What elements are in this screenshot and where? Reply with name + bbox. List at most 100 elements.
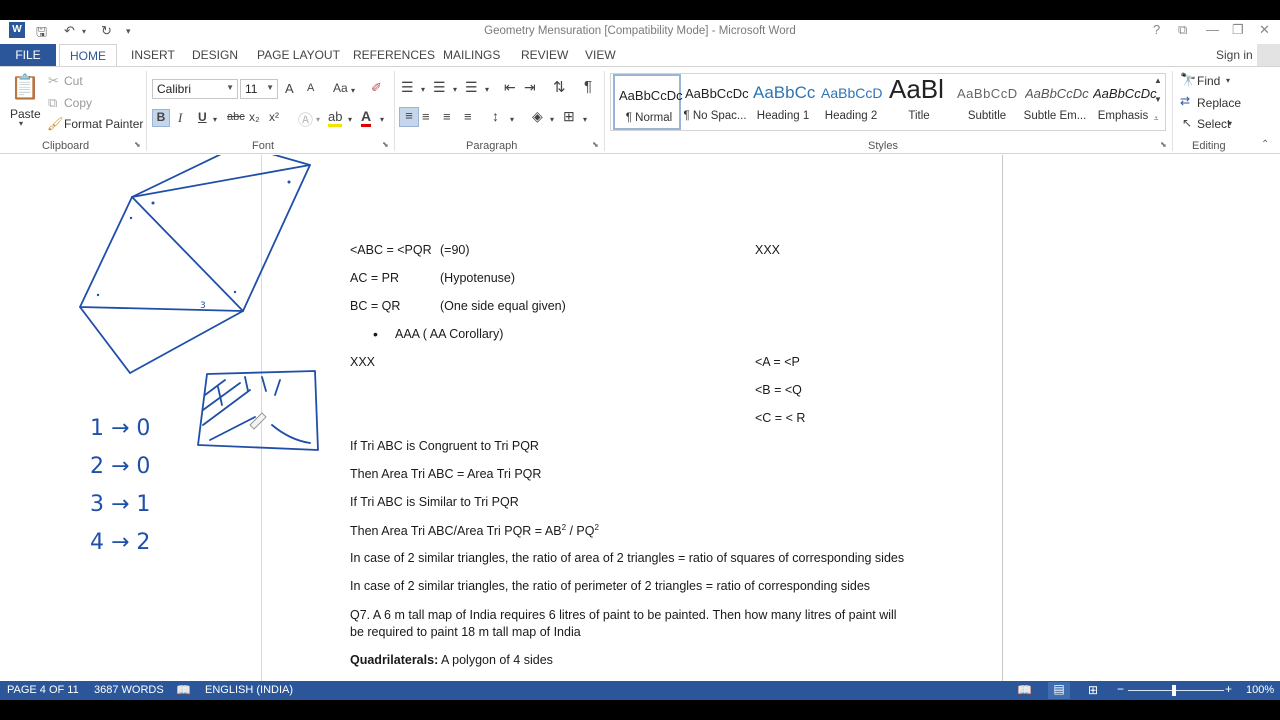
increase-indent-icon[interactable]: ⇥	[524, 79, 536, 96]
decrease-indent-icon[interactable]: ⇤	[504, 79, 516, 96]
styles-scroll-down-icon[interactable]: ▼	[1154, 95, 1162, 104]
read-mode-icon[interactable]: 📖	[1017, 683, 1032, 697]
underline-dropdown-icon[interactable]: ▾	[213, 115, 217, 124]
numbering-dropdown-icon[interactable]: ▾	[453, 85, 457, 94]
zoom-in-button[interactable]: +	[1225, 682, 1232, 696]
style-subtitle[interactable]: AaBbCcD Subtitle	[953, 74, 1021, 130]
shrink-font-button[interactable]: A	[307, 82, 314, 94]
subscript-button[interactable]: x₂	[249, 110, 260, 124]
status-language[interactable]: ENGLISH (INDIA)	[205, 684, 293, 696]
shading-dropdown-icon[interactable]: ▾	[550, 115, 554, 124]
strikethrough-button[interactable]: abc	[227, 111, 245, 123]
font-name-select[interactable]: Calibri ▼	[152, 79, 238, 99]
styles-more-icon[interactable]: ⩡	[1154, 114, 1159, 124]
format-painter-button[interactable]: Format Painter	[64, 117, 143, 131]
paste-button[interactable]: Paste	[10, 107, 41, 121]
tab-page-layout[interactable]: PAGE LAYOUT	[257, 48, 340, 62]
zoom-slider[interactable]	[1128, 690, 1224, 691]
paragraph-launcher-icon[interactable]: ⬊	[592, 140, 599, 149]
styles-launcher-icon[interactable]: ⬊	[1160, 140, 1167, 149]
text-effects-icon[interactable]: Ⓐ	[298, 109, 313, 130]
document-area[interactable]: <ABC = <PQR (=90) XXX AC = PR (Hypotenus…	[0, 155, 1280, 681]
maximize-button[interactable]: ❐	[1232, 22, 1244, 38]
find-button[interactable]: Find	[1197, 74, 1220, 88]
select-button[interactable]: Select	[1197, 117, 1230, 131]
select-dropdown-icon[interactable]: ▾	[1228, 119, 1232, 128]
sort-icon[interactable]: ⇅	[553, 78, 566, 96]
multilevel-dropdown-icon[interactable]: ▾	[485, 85, 489, 94]
ink-sketch-rectangle	[197, 370, 319, 451]
status-word-count[interactable]: 3687 WORDS	[94, 684, 164, 696]
zoom-slider-thumb[interactable]	[1172, 685, 1176, 696]
paste-icon[interactable]: 📋	[10, 73, 40, 103]
align-left-icon[interactable]: ≡	[399, 107, 419, 127]
text-effects-dropdown-icon[interactable]: ▾	[316, 115, 320, 124]
tab-view[interactable]: VIEW	[585, 48, 616, 62]
superscript-button[interactable]: x²	[269, 110, 279, 124]
clear-formatting-icon[interactable]: ✐	[371, 80, 382, 96]
tab-review[interactable]: REVIEW	[521, 48, 568, 62]
style-title[interactable]: AaBl Title	[885, 74, 953, 130]
justify-icon[interactable]: ≡	[464, 109, 472, 124]
change-case-button[interactable]: Aa	[333, 81, 348, 95]
doc-text-a-p: <A = <P	[755, 355, 800, 369]
tab-design[interactable]: DESIGN	[192, 48, 238, 62]
font-color-dropdown-icon[interactable]: ▾	[380, 115, 384, 124]
font-size-select[interactable]: 11 ▼	[240, 79, 278, 99]
tab-references[interactable]: REFERENCES	[353, 48, 435, 62]
collapse-ribbon-icon[interactable]: ⌃	[1261, 139, 1269, 150]
line-spacing-icon[interactable]: ↕	[492, 108, 499, 124]
highlight-dropdown-icon[interactable]: ▾	[348, 115, 352, 124]
proofing-icon[interactable]: 📖	[176, 683, 191, 697]
style-subtle-emphasis[interactable]: AaBbCcDc Subtle Em...	[1021, 74, 1089, 130]
bold-button[interactable]: B	[152, 109, 170, 127]
align-right-icon[interactable]: ≡	[443, 109, 451, 124]
doc-line-area-ratio: Then Area Tri ABC/Area Tri PQR = AB 2 / P…	[350, 523, 599, 538]
font-color-icon[interactable]: A	[361, 108, 372, 127]
copy-button[interactable]: Copy	[64, 96, 92, 110]
italic-button[interactable]: I	[178, 110, 182, 126]
print-layout-icon[interactable]: ▤	[1048, 682, 1070, 699]
tab-file[interactable]: FILE	[0, 44, 56, 66]
underline-button[interactable]: U	[198, 110, 207, 124]
borders-dropdown-icon[interactable]: ▾	[583, 115, 587, 124]
style-emphasis[interactable]: AaBbCcDc Emphasis	[1089, 74, 1157, 130]
font-launcher-icon[interactable]: ⬊	[382, 140, 389, 149]
style-heading-1[interactable]: AaBbCc Heading 1	[749, 74, 817, 130]
avatar[interactable]	[1257, 44, 1280, 66]
highlight-icon[interactable]: ab	[328, 109, 343, 127]
zoom-level[interactable]: 100%	[1246, 684, 1274, 696]
line-spacing-dropdown-icon[interactable]: ▾	[510, 115, 514, 124]
clipboard-launcher-icon[interactable]: ⬊	[134, 140, 141, 149]
borders-icon[interactable]: ⊞	[563, 108, 575, 125]
status-page-count[interactable]: PAGE 4 OF 11	[7, 684, 79, 696]
bullets-icon[interactable]: ☰	[401, 79, 414, 96]
show-hide-button[interactable]: ¶	[584, 78, 592, 95]
bullets-dropdown-icon[interactable]: ▾	[421, 85, 425, 94]
styles-scroll-up-icon[interactable]: ▲	[1154, 76, 1162, 85]
shading-icon[interactable]: ◈	[532, 108, 543, 125]
find-dropdown-icon[interactable]: ▾	[1226, 76, 1230, 85]
style-heading-2[interactable]: AaBbCcD Heading 2	[817, 74, 885, 130]
style-normal[interactable]: AaBbCcDc ¶ Normal	[613, 74, 683, 130]
sign-in-link[interactable]: Sign in	[1216, 48, 1253, 62]
close-button[interactable]: ✕	[1259, 22, 1270, 38]
align-center-icon[interactable]: ≡	[422, 109, 430, 124]
minimize-button[interactable]: —	[1206, 22, 1219, 37]
tab-home[interactable]: HOME	[59, 44, 117, 67]
zoom-out-button[interactable]: −	[1117, 682, 1124, 696]
help-button[interactable]: ?	[1153, 22, 1160, 37]
multilevel-list-icon[interactable]: ☰	[465, 79, 478, 96]
change-case-dropdown-icon[interactable]: ▾	[351, 86, 355, 95]
replace-button[interactable]: Replace	[1197, 96, 1241, 110]
grow-font-button[interactable]: A	[285, 81, 294, 96]
ribbon-display-options-button[interactable]: ⧉	[1178, 22, 1187, 38]
web-layout-icon[interactable]: ⊞	[1088, 683, 1098, 697]
numbering-icon[interactable]: ☰	[433, 79, 446, 96]
cut-button[interactable]: Cut	[64, 74, 83, 88]
style-sample: AaBbCcDc	[1093, 86, 1157, 101]
style-no-spacing[interactable]: AaBbCcDc ¶ No Spac...	[681, 74, 749, 130]
tab-insert[interactable]: INSERT	[131, 48, 175, 62]
tab-mailings[interactable]: MAILINGS	[443, 48, 500, 62]
paste-dropdown-icon[interactable]: ▾	[19, 119, 23, 128]
